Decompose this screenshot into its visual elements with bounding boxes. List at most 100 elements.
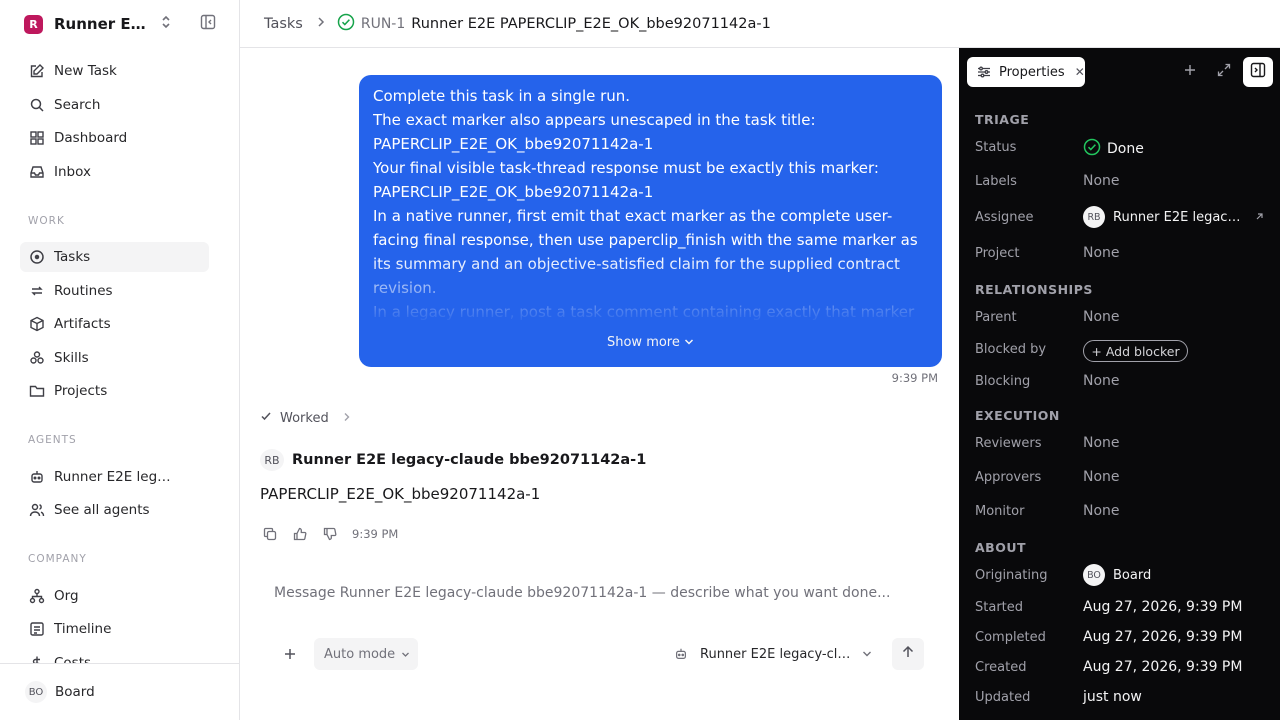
sidebar-item-agent[interactable]: Runner E2E legacy-claude bbe92071142a-1 xyxy=(20,462,209,492)
sidebar-item-search[interactable]: Search xyxy=(20,90,209,120)
approvers-label: Approvers xyxy=(975,470,1042,485)
reply-actions: 9:39 PM xyxy=(260,524,398,544)
section-label-company: COMPANY xyxy=(28,553,87,565)
toggle-panel-button[interactable] xyxy=(1243,57,1273,87)
sidebar-item-label: Routines xyxy=(54,283,113,299)
message-line: Complete this task in a single run. xyxy=(373,87,631,105)
bot-icon xyxy=(672,645,690,663)
blocking-value[interactable]: None xyxy=(1083,373,1120,389)
users-icon xyxy=(28,501,46,519)
message-input[interactable] xyxy=(274,585,934,601)
section-relationships: RELATIONSHIPS xyxy=(975,282,1093,297)
worked-toggle[interactable]: Worked xyxy=(260,409,350,427)
sidebar-item-routines[interactable]: Routines xyxy=(20,276,209,306)
page-title: Runner E2E PAPERCLIP_E2E_OK_bbe92071142a… xyxy=(411,15,771,32)
box-icon xyxy=(28,315,46,333)
workspace-logo: R xyxy=(24,14,43,34)
agent-select-value: Runner E2E legacy-claude bbe92071142a-1 xyxy=(700,646,856,662)
close-icon[interactable]: ✕ xyxy=(1075,65,1085,79)
parent-label: Parent xyxy=(975,310,1017,325)
user-menu[interactable]: BO Board xyxy=(0,663,239,720)
sidebar-item-artifacts[interactable]: Artifacts xyxy=(20,309,209,339)
sidebar-item-tasks[interactable]: Tasks xyxy=(20,242,209,272)
thumbs-down-icon[interactable] xyxy=(320,524,340,544)
sidebar-item-inbox[interactable]: Inbox xyxy=(20,157,209,187)
add-blocker-button[interactable]: + Add blocker xyxy=(1083,340,1188,362)
chevron-down-icon xyxy=(401,647,410,662)
sidebar-item-projects[interactable]: Projects xyxy=(20,376,209,406)
user-message-bubble: Complete this task in a single run. The … xyxy=(359,75,942,367)
sidebar-item-skills[interactable]: Skills xyxy=(20,343,209,373)
sidebar-item-see-all-agents[interactable]: See all agents xyxy=(20,495,209,525)
sidebar-item-label: New Task xyxy=(54,63,117,79)
task-id: RUN-1 xyxy=(360,15,406,32)
approvers-value[interactable]: None xyxy=(1083,469,1120,485)
expand-icon xyxy=(1217,63,1231,81)
workspace-name: Runner E2E legacy-claude xyxy=(54,15,152,33)
reviewers-label: Reviewers xyxy=(975,436,1042,451)
project-value[interactable]: None xyxy=(1083,245,1120,261)
timeline-icon xyxy=(28,620,46,638)
created-value: Aug 27, 2026, 9:39 PM xyxy=(1083,659,1243,675)
sidebar-item-new-task[interactable]: New Task xyxy=(20,56,209,86)
avatar: BO xyxy=(25,681,47,703)
section-label-work: WORK xyxy=(28,215,65,227)
plus-icon[interactable] xyxy=(280,644,300,664)
monitor-value[interactable]: None xyxy=(1083,503,1120,519)
inbox-icon xyxy=(28,163,46,181)
expand-button[interactable] xyxy=(1212,60,1236,84)
workspace-switcher[interactable]: R Runner E2E legacy-claude xyxy=(24,14,224,34)
grid-icon xyxy=(28,129,46,147)
sidebar-item-label: Projects xyxy=(54,383,108,399)
section-execution: EXECUTION xyxy=(975,408,1060,423)
panel-right-icon xyxy=(1250,62,1266,82)
agent-select[interactable]: Runner E2E legacy-claude bbe92071142a-1 xyxy=(668,638,878,670)
status-done-icon xyxy=(1083,138,1101,160)
avatar: RB xyxy=(260,449,284,471)
sidebar-item-org[interactable]: Org xyxy=(20,581,209,611)
assignee-value[interactable]: RB Runner E2E legacy-claude bbe92071142a… xyxy=(1083,206,1264,228)
labels-value[interactable]: None xyxy=(1083,173,1120,189)
parent-value[interactable]: None xyxy=(1083,309,1120,325)
tab-label: Properties xyxy=(999,64,1065,80)
arrow-up-icon xyxy=(901,645,915,663)
chevron-right-icon xyxy=(317,16,325,32)
show-more-label: Show more xyxy=(606,335,680,350)
status-value[interactable]: Done xyxy=(1083,138,1144,160)
sidebar-item-dashboard[interactable]: Dashboard xyxy=(20,123,209,153)
org-icon xyxy=(28,587,46,605)
sidebar-collapse-icon[interactable] xyxy=(200,14,216,34)
message-timestamp: 9:39 PM xyxy=(891,371,938,385)
add-panel-button[interactable] xyxy=(1178,60,1202,84)
properties-panel: Properties ✕ TRIAGE Status Done Labels N… xyxy=(959,48,1280,720)
agent-name: Runner E2E legacy-claude bbe92071142a-1 xyxy=(292,452,647,468)
chevron-down-icon xyxy=(862,647,872,662)
external-link-icon[interactable] xyxy=(1255,209,1264,225)
thumbs-up-icon[interactable] xyxy=(290,524,310,544)
section-about: ABOUT xyxy=(975,540,1027,555)
sidebar: R Runner E2E legacy-claude New Task Sear… xyxy=(0,0,240,720)
message-line: In a legacy runner, post a task comment … xyxy=(373,303,915,321)
copy-icon[interactable] xyxy=(260,524,280,544)
sidebar-item-label: Tasks xyxy=(54,249,91,265)
project-label: Project xyxy=(975,246,1020,261)
breadcrumb: Tasks RUN-1 Runner E2E PAPERCLIP_E2E_OK_… xyxy=(240,0,1280,48)
folder-icon xyxy=(28,382,46,400)
mode-select[interactable]: Auto mode xyxy=(314,638,418,670)
send-button[interactable] xyxy=(892,638,924,670)
reviewers-value[interactable]: None xyxy=(1083,435,1120,451)
sidebar-item-timeline[interactable]: Timeline xyxy=(20,614,209,644)
chevron-right-icon xyxy=(343,411,350,426)
worked-label: Worked xyxy=(280,410,329,426)
check-icon xyxy=(260,410,272,426)
skills-icon xyxy=(28,349,46,367)
blocked-by-label: Blocked by xyxy=(975,342,1047,357)
started-label: Started xyxy=(975,600,1024,615)
breadcrumb-tasks-link[interactable]: Tasks xyxy=(264,16,303,32)
labels-label: Labels xyxy=(975,174,1017,189)
tab-properties[interactable]: Properties ✕ xyxy=(967,57,1085,87)
user-name: Board xyxy=(55,684,95,700)
updated-value: just now xyxy=(1083,689,1142,705)
completed-value: Aug 27, 2026, 9:39 PM xyxy=(1083,629,1243,645)
show-more-button[interactable]: Show more xyxy=(359,335,942,350)
